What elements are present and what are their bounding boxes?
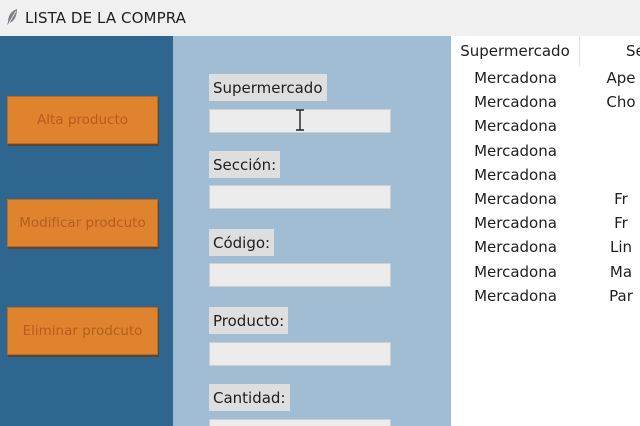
cell-supermercado: Mercadona — [474, 165, 557, 184]
cell-seccion — [581, 139, 640, 163]
codigo-label: Código: — [209, 229, 275, 256]
actions-panel: Alta producto Modificar prodcuto Elimina… — [0, 36, 173, 426]
cell-seccion: Fr — [614, 190, 628, 208]
modify-product-button[interactable]: Modificar prodcuto — [7, 199, 158, 247]
cell-supermercado: Mercadona — [474, 141, 557, 160]
cantidad-field[interactable] — [209, 419, 391, 426]
cell-seccion: Cho — [606, 93, 636, 112]
cell-seccion: Ape — [606, 69, 636, 87]
supermercado-label: Supermercado — [209, 74, 327, 101]
table-row[interactable]: Mercadona Ma — [451, 260, 640, 284]
cell-supermercado: Mercadona — [474, 69, 557, 87]
table-row[interactable]: Mercadona Lin — [451, 235, 640, 259]
product-table[interactable]: Supermercado Se Mercadona Ape Mercadona Cho… — [451, 36, 640, 426]
cell-seccion: Par — [609, 286, 633, 305]
cell-seccion: Ma — [609, 262, 633, 281]
cell-supermercado: Mercadona — [474, 238, 557, 257]
table-row[interactable]: Mercadona Ape — [451, 66, 640, 90]
table-row[interactable]: Mercadona — [451, 114, 640, 138]
add-product-button[interactable]: Alta producto — [7, 96, 158, 144]
cell-supermercado: Mercadona — [474, 93, 557, 112]
product-form: Supermercado Sección: Código: Producto: … — [173, 36, 451, 426]
cell-seccion: Lin — [609, 238, 633, 257]
table-row[interactable]: Mercadona Fr — [451, 211, 640, 235]
column-header-supermercado[interactable]: Supermercado — [451, 36, 580, 66]
seccion-label: Sección: — [209, 151, 281, 178]
cell-seccion — [581, 114, 640, 138]
table-row[interactable]: Mercadona Cho — [451, 90, 640, 114]
seccion-field[interactable] — [209, 185, 391, 209]
delete-product-button[interactable]: Eliminar prodcuto — [7, 307, 158, 355]
cell-supermercado: Mercadona — [474, 190, 557, 208]
table-row[interactable]: Mercadona Par — [451, 284, 640, 308]
codigo-field[interactable] — [209, 263, 391, 287]
feather-icon — [7, 9, 17, 25]
table-row[interactable]: Mercadona — [451, 139, 640, 163]
cell-supermercado: Mercadona — [474, 214, 557, 233]
producto-label: Producto: — [209, 307, 289, 334]
title-bar: LISTA DE LA COMPRA — [0, 0, 640, 36]
text-cursor-icon — [296, 109, 304, 131]
cell-seccion — [581, 163, 640, 187]
cell-supermercado: Mercadona — [474, 117, 557, 136]
table-row[interactable]: Mercadona — [451, 163, 640, 187]
cell-supermercado: Mercadona — [474, 286, 557, 305]
cell-supermercado: Mercadona — [474, 262, 557, 281]
cantidad-label: Cantidad: — [209, 384, 290, 411]
column-header-seccion[interactable]: Se — [581, 36, 640, 66]
table-row[interactable]: Mercadona Fr — [451, 187, 640, 211]
producto-field[interactable] — [209, 342, 391, 366]
cell-seccion: Fr — [614, 214, 628, 233]
window-title: LISTA DE LA COMPRA — [25, 9, 186, 27]
